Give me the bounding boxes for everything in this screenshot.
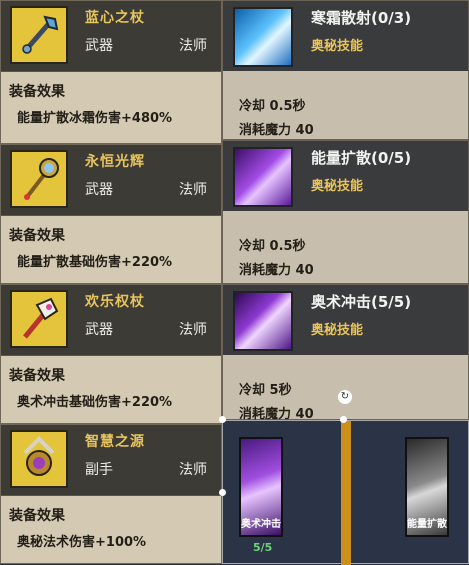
skill-cooldown: 冷却 0.5秒 [239, 239, 306, 254]
wisdom-orb-icon [10, 430, 68, 488]
skill-slot-count: 5/5 [253, 541, 273, 554]
skill-name: 奥术冲击(5/5) [311, 293, 412, 311]
equipment-card-2[interactable]: 永恒光辉 武器 法师 装备效果 能量扩散基础伤害+220% [0, 144, 222, 284]
radiant-scepter-icon [10, 150, 68, 208]
skill-type: 奥秘技能 [311, 323, 364, 338]
equipment-column: 蓝心之杖 武器 法师 装备效果 能量扩散冰霜伤害+480% 永恒光辉 武器 法师… [0, 0, 222, 564]
equipment-card-3[interactable]: 欢乐权杖 武器 法师 装备效果 奥术冲击基础伤害+220% [0, 284, 222, 424]
equipment-name: 永恒光辉 [85, 154, 145, 170]
equipment-class: 法师 [179, 38, 207, 54]
skill-card-2[interactable]: 能量扩散(0/5) 奥秘技能 冷却 0.5秒 消耗魔力 40 [222, 140, 469, 284]
equipment-class: 法师 [179, 322, 207, 338]
equipment-type: 武器 [85, 322, 113, 338]
resize-handle[interactable] [340, 416, 347, 423]
joy-scepter-icon [10, 290, 68, 348]
resize-handle[interactable] [219, 489, 226, 496]
effect-value: 奥术冲击基础伤害+220% [17, 395, 173, 410]
skill-name: 能量扩散(0/5) [311, 149, 412, 167]
skill-bar-preview[interactable]: 奥术冲击 5/5 能量扩散 [222, 420, 469, 565]
effect-title: 装备效果 [9, 368, 65, 384]
equipment-class: 法师 [179, 182, 207, 198]
energy-spread-icon [233, 147, 293, 207]
effect-title: 装备效果 [9, 84, 65, 100]
skill-name: 寒霜散射(0/3) [311, 9, 412, 27]
arcane-strike-icon [233, 291, 293, 351]
equipment-name: 智慧之源 [85, 434, 145, 450]
blue-staff-icon [10, 6, 68, 64]
effect-value: 能量扩散冰霜伤害+480% [17, 111, 173, 126]
skill-slot-label: 奥术冲击 [241, 519, 281, 530]
skill-cost: 消耗魔力 40 [239, 123, 314, 138]
effect-value: 奥秘法术伤害+100% [17, 535, 147, 550]
equipment-card-1[interactable]: 蓝心之杖 武器 法师 装备效果 能量扩散冰霜伤害+480% [0, 0, 222, 144]
skill-type: 奥秘技能 [311, 39, 364, 54]
divider-bar [341, 421, 351, 565]
effect-title: 装备效果 [9, 228, 65, 244]
rotate-icon[interactable]: ↻ [338, 390, 352, 404]
skill-type: 奥秘技能 [311, 179, 364, 194]
equipment-type: 武器 [85, 38, 113, 54]
skill-slot-label: 能量扩散 [407, 519, 447, 530]
skill-slot-1[interactable]: 奥术冲击 [239, 437, 283, 537]
equipment-type: 武器 [85, 182, 113, 198]
equipment-type: 副手 [85, 462, 113, 478]
skill-slot-2[interactable]: 能量扩散 [405, 437, 449, 537]
equipment-name: 欢乐权杖 [85, 294, 145, 310]
equipment-name: 蓝心之杖 [85, 10, 145, 26]
equipment-card-4[interactable]: 智慧之源 副手 法师 装备效果 奥秘法术伤害+100% [0, 424, 222, 564]
skill-cost: 消耗魔力 40 [239, 263, 314, 278]
equipment-class: 法师 [179, 462, 207, 478]
skill-card-1[interactable]: 寒霜散射(0/3) 奥秘技能 冷却 0.5秒 消耗魔力 40 [222, 0, 469, 140]
effect-value: 能量扩散基础伤害+220% [17, 255, 173, 270]
skill-cooldown: 冷却 0.5秒 [239, 99, 306, 114]
effect-title: 装备效果 [9, 508, 65, 524]
resize-handle[interactable] [219, 416, 226, 423]
skill-cooldown: 冷却 5秒 [239, 383, 292, 398]
frost-scatter-icon [233, 7, 293, 67]
